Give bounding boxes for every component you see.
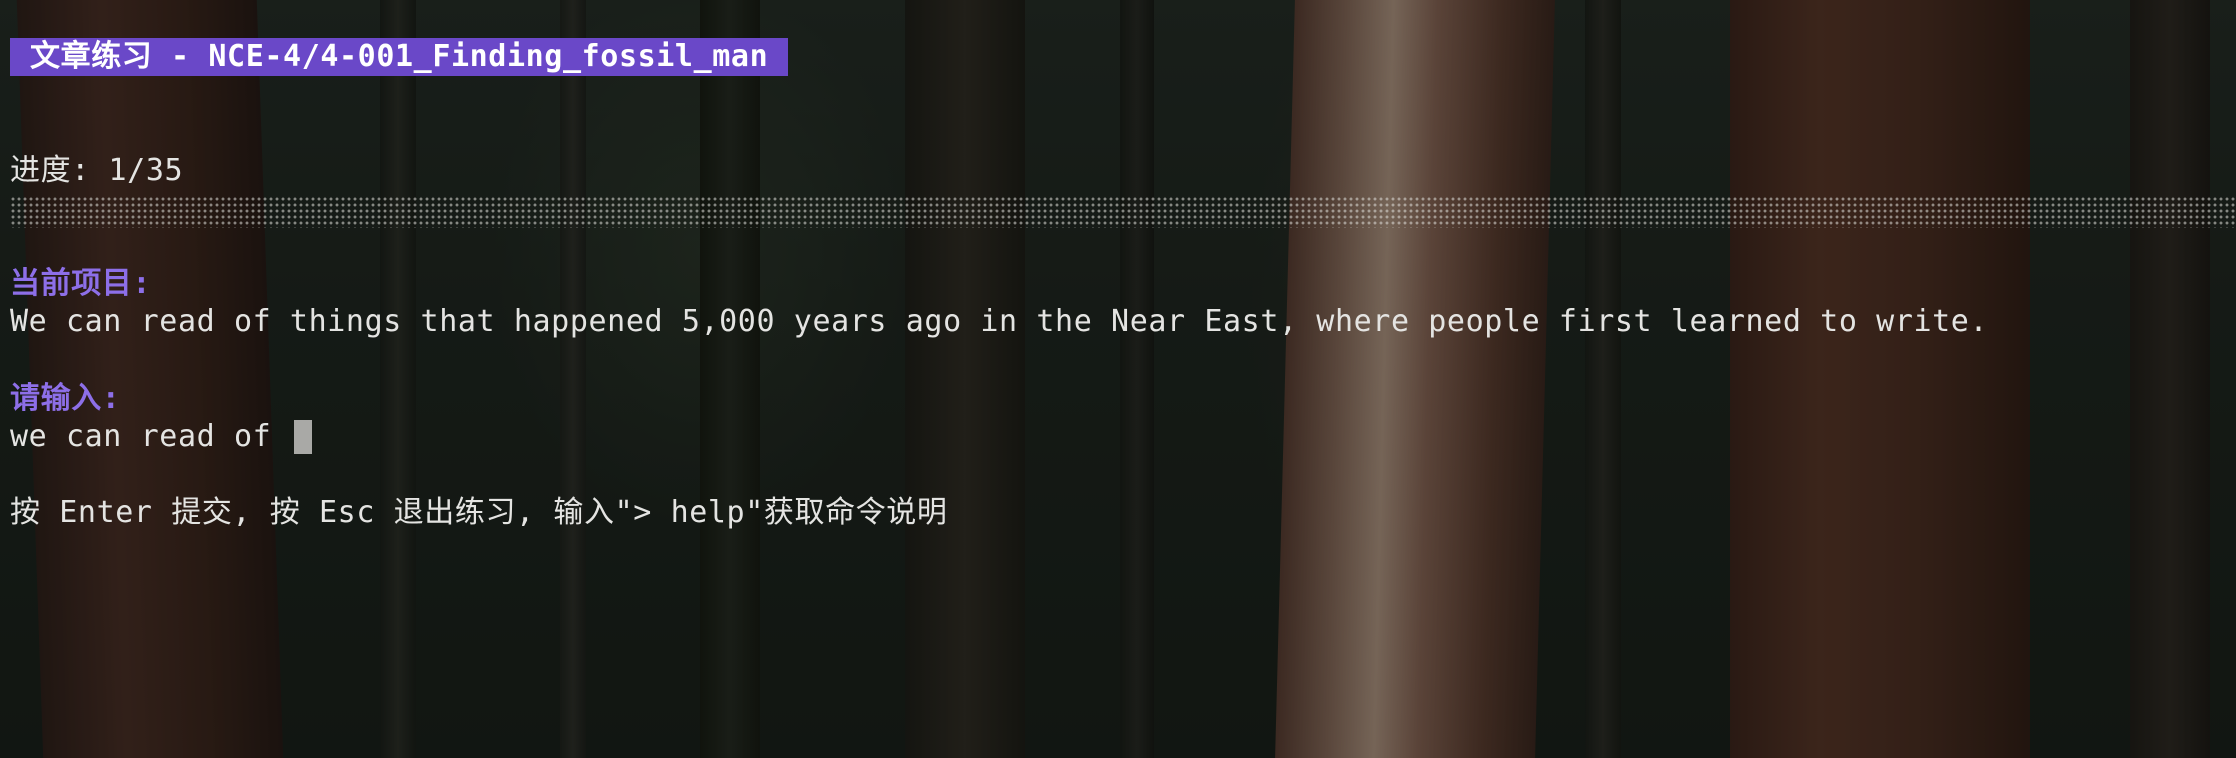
current-item-text: We can read of things that happened 5,00… (10, 304, 1989, 339)
help-hint: 按 Enter 提交, 按 Esc 退出练习, 输入"> help"获取命令说明 (10, 495, 948, 530)
terminal-window[interactable]: 文章练习 - NCE-4/4-001_Finding_fossil_man 进度… (0, 0, 2236, 758)
progress-text: 进度: 1/35 (10, 153, 184, 188)
page-title: 文章练习 - NCE-4/4-001_Finding_fossil_man (10, 38, 789, 76)
typing-input[interactable]: we can read of (10, 418, 312, 456)
current-item-label: 当前项目: (10, 266, 152, 301)
progress-divider (10, 196, 2236, 228)
typed-text[interactable]: we can read of (10, 418, 290, 456)
cursor-icon (293, 420, 312, 454)
input-label: 请输入: (10, 381, 121, 416)
